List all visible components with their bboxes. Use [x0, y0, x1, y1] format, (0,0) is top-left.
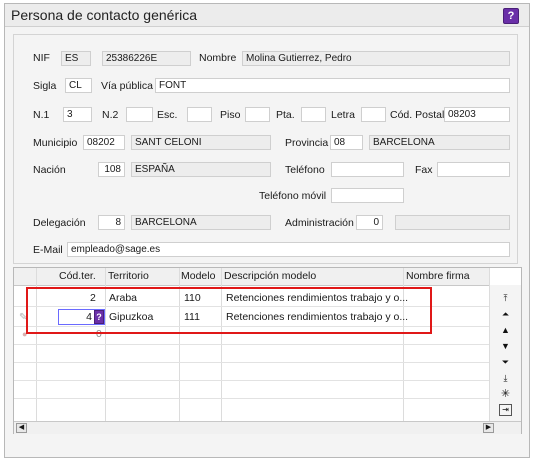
row-divider	[14, 398, 489, 399]
export-icon[interactable]: ⇥	[499, 404, 512, 416]
grid-nav-panel: ⤒ ⏶ ▲ ▼ ⏷ ⤓ ✳ ⇥	[490, 285, 521, 423]
row-divider	[14, 362, 489, 363]
highlight-box	[26, 287, 432, 334]
n1-label: N.1	[33, 109, 50, 121]
scroll-left-icon[interactable]: ◀	[16, 423, 27, 433]
piso-label: Piso	[220, 109, 241, 121]
pta-label: Pta.	[276, 109, 295, 121]
cp-label: Cód. Postal	[390, 109, 445, 121]
pta-field[interactable]	[301, 107, 326, 122]
row-divider	[14, 344, 489, 345]
via-publica-label: Vía pública	[101, 80, 153, 92]
nif-label: NIF	[33, 52, 50, 64]
via-publica-field[interactable]: FONT	[155, 78, 510, 93]
piso-field[interactable]	[245, 107, 270, 122]
letra-label: Letra	[331, 109, 355, 121]
horizontal-scrollbar[interactable]: ◀ ▶	[14, 421, 521, 434]
delegacion-label: Delegación	[33, 217, 86, 229]
movil-field[interactable]	[331, 188, 404, 203]
first-icon[interactable]: ⤒	[499, 292, 512, 304]
n2-label: N.2	[102, 109, 119, 121]
provincia-code-field[interactable]: 08	[330, 135, 363, 150]
provincia-label: Provincia	[285, 137, 329, 149]
nif-country-field[interactable]: ES	[61, 51, 91, 66]
last-icon[interactable]: ⤓	[499, 372, 512, 384]
movil-label: Teléfono móvil	[259, 190, 327, 202]
nacion-name-field: ESPAÑA	[131, 162, 271, 177]
nacion-label: Nación	[33, 164, 66, 176]
help-icon[interactable]: ?	[503, 8, 519, 24]
delegacion-code-field[interactable]: 8	[98, 215, 125, 230]
n1-field[interactable]: 3	[63, 107, 92, 122]
col-header-modelo[interactable]: Modelo	[181, 268, 215, 285]
n2-field[interactable]	[126, 107, 153, 122]
new-row-icon[interactable]: ✳	[499, 388, 512, 400]
municipio-code-field[interactable]: 08202	[83, 135, 125, 150]
next-icon[interactable]: ▼	[499, 340, 512, 352]
administracion-code-field[interactable]: 0	[356, 215, 383, 230]
telefono-label: Teléfono	[285, 164, 325, 176]
title-bar: Persona de contacto genérica ?	[5, 4, 529, 27]
col-header-territorio[interactable]: Territorio	[108, 268, 149, 285]
municipio-label: Municipio	[33, 137, 78, 149]
fax-label: Fax	[415, 164, 433, 176]
letra-field[interactable]	[361, 107, 386, 122]
telefono-field[interactable]	[331, 162, 404, 177]
row-divider	[14, 380, 489, 381]
nombre-label: Nombre	[199, 52, 237, 64]
col-header-cod-ter[interactable]: Cód.ter.	[59, 268, 96, 285]
email-field[interactable]: empleado@sage.es	[67, 242, 510, 257]
prev-icon[interactable]: ▲	[499, 324, 512, 336]
esc-field[interactable]	[187, 107, 212, 122]
next-page-icon[interactable]: ⏷	[499, 356, 512, 368]
nacion-code-field[interactable]: 108	[98, 162, 125, 177]
cp-field[interactable]: 08203	[444, 107, 510, 122]
sigla-field[interactable]: CL	[65, 78, 92, 93]
administracion-name-field	[395, 215, 510, 230]
municipio-name-field: SANT CELONI	[131, 135, 271, 150]
nombre-field[interactable]: Molina Gutierrez, Pedro	[242, 51, 510, 66]
col-header-nombre-firma[interactable]: Nombre firma	[406, 268, 470, 285]
esc-label: Esc.	[157, 109, 178, 121]
fax-field[interactable]	[437, 162, 510, 177]
col-header-descripcion[interactable]: Descripción modelo	[224, 268, 316, 285]
administracion-label: Administración	[285, 217, 354, 229]
prev-page-icon[interactable]: ⏶	[499, 308, 512, 320]
window-title: Persona de contacto genérica	[11, 7, 198, 23]
scroll-right-icon[interactable]: ▶	[483, 423, 494, 433]
email-label: E-Mail	[33, 244, 63, 256]
sigla-label: Sigla	[33, 80, 57, 92]
provincia-name-field: BARCELONA	[369, 135, 510, 150]
nif-field[interactable]: 25386226E	[102, 51, 191, 66]
delegacion-name-field: BARCELONA	[131, 215, 271, 230]
